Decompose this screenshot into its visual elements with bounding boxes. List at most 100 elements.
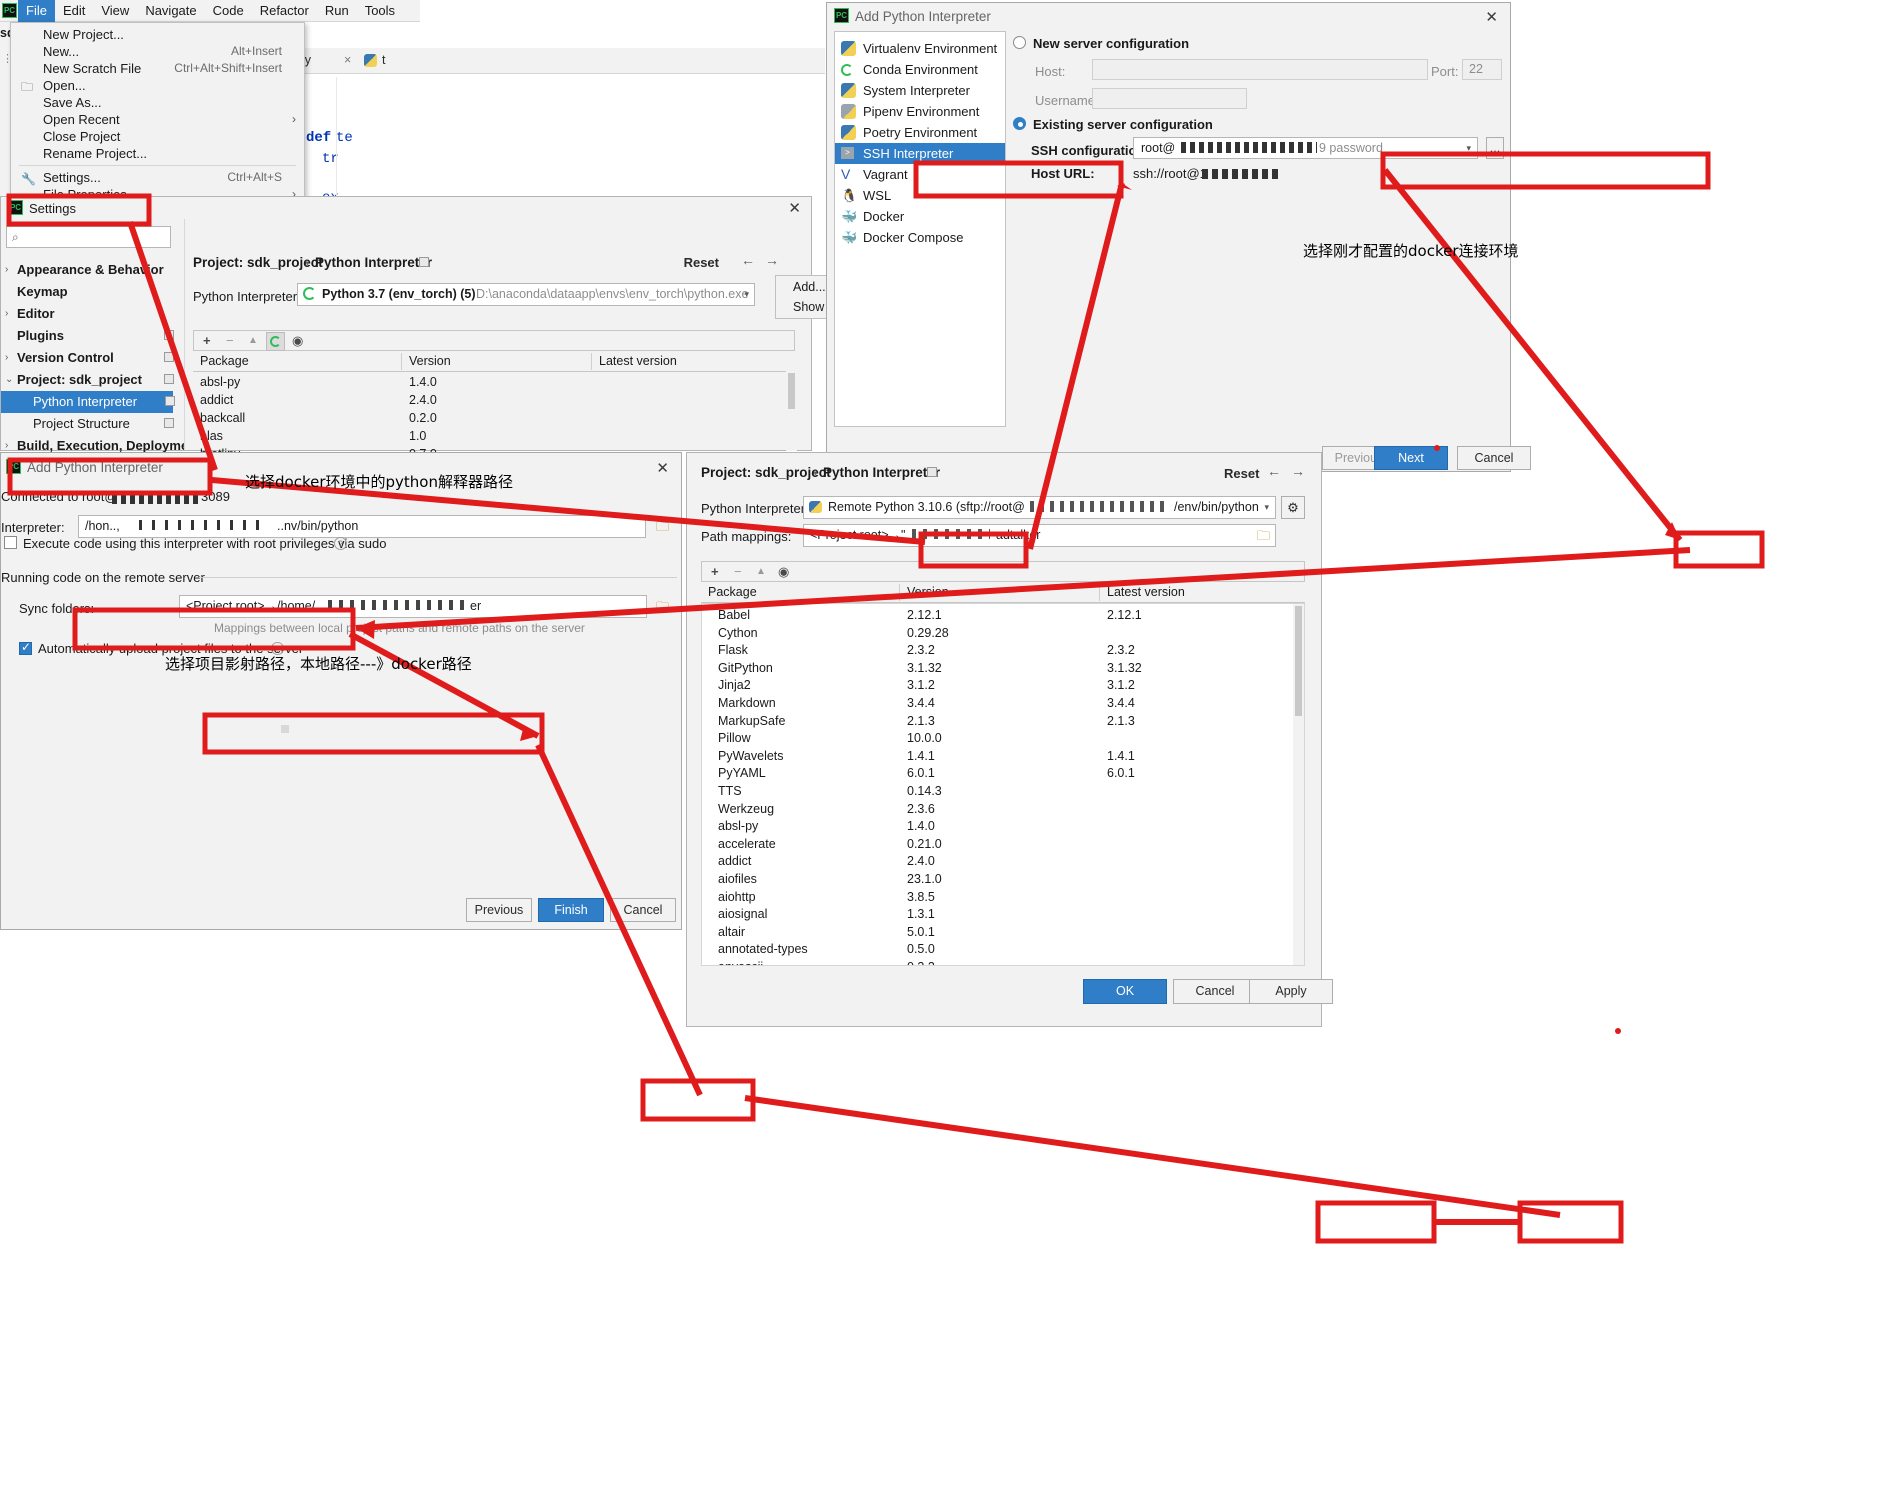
username-input[interactable]: [1092, 88, 1247, 109]
copy-settings-icon[interactable]: [164, 374, 174, 384]
nav-back-icon[interactable]: ←: [1267, 463, 1281, 479]
cancel-button[interactable]: Cancel: [1457, 446, 1531, 470]
close-icon[interactable]: ✕: [656, 459, 669, 477]
menu-navigate[interactable]: Navigate: [137, 0, 204, 22]
folder-icon[interactable]: 🗀: [656, 518, 669, 540]
table-row[interactable]: annotated-types 0.5.0: [708, 942, 1300, 960]
chevron-right-icon[interactable]: ›: [5, 259, 8, 281]
table-row[interactable]: aiofiles 23.1.0: [708, 872, 1300, 890]
env-item-pipenv[interactable]: Pipenv Environment: [835, 101, 1005, 122]
nav-forward-icon[interactable]: →: [1291, 463, 1305, 479]
env-item-virtualenv[interactable]: Virtualenv Environment: [835, 38, 1005, 59]
package-scrollbar[interactable]: [786, 371, 797, 451]
remove-package-icon[interactable]: −: [226, 333, 234, 348]
python-interpreter-combo[interactable]: Python 3.7 (env_torch) (5) D:\anaconda\d…: [297, 283, 755, 306]
upgrade-package-icon[interactable]: ▲: [756, 566, 766, 577]
chevron-down-icon[interactable]: ▾: [744, 289, 749, 300]
apply-button[interactable]: Apply: [1249, 979, 1333, 1004]
show-all-button[interactable]: Show: [793, 300, 824, 314]
ssh-config-ellipsis-button[interactable]: ...: [1486, 137, 1504, 159]
menu-item-open[interactable]: 🗀 Open...: [11, 77, 304, 94]
add-interpreter-button[interactable]: Add...: [793, 280, 826, 294]
env-item-ssh-interpreter[interactable]: > SSH Interpreter: [835, 143, 1005, 164]
path-mappings-input[interactable]: <Project root>→" adtalker: [803, 524, 1276, 547]
env-item-system-interpreter[interactable]: System Interpreter: [835, 80, 1005, 101]
add-package-icon[interactable]: +: [711, 564, 719, 579]
tab-close-icon[interactable]: ×: [344, 53, 351, 67]
eye-icon[interactable]: ◉: [778, 564, 789, 580]
sync-folders-input[interactable]: <Project root>→/home/ er: [179, 595, 647, 618]
ok-button[interactable]: OK: [1083, 979, 1167, 1004]
menu-edit[interactable]: Edit: [55, 0, 93, 22]
copy-settings-icon[interactable]: [927, 467, 937, 477]
table-row[interactable]: Cython 0.29.28: [708, 626, 1300, 644]
chevron-down-icon[interactable]: ▾: [1264, 502, 1269, 513]
menu-item-rename-project[interactable]: Rename Project...: [11, 145, 304, 162]
chevron-right-icon[interactable]: ›: [5, 347, 8, 369]
cancel-button[interactable]: Cancel: [1173, 979, 1257, 1004]
table-row[interactable]: aiosignal 1.3.1: [708, 907, 1300, 925]
reset-link[interactable]: Reset: [1224, 466, 1259, 481]
next-button[interactable]: Next: [1374, 446, 1448, 470]
finish-button[interactable]: Finish: [538, 898, 604, 922]
column-package[interactable]: Package: [200, 354, 249, 368]
table-row[interactable]: Flask 2.3.2 2.3.2: [708, 643, 1300, 661]
menu-item-settings[interactable]: 🔧 Settings... Ctrl+Alt+S: [11, 169, 304, 186]
breadcrumb-project[interactable]: Project: sdk_project: [193, 255, 323, 270]
folder-icon[interactable]: 🗀: [656, 598, 669, 620]
existing-server-radio[interactable]: [1013, 117, 1026, 130]
column-version[interactable]: Version: [907, 585, 949, 599]
menu-refactor[interactable]: Refactor: [252, 0, 317, 22]
table-row[interactable]: PyWavelets 1.4.1 1.4.1: [708, 749, 1300, 767]
table-row[interactable]: Jinja2 3.1.2 3.1.2: [708, 678, 1300, 696]
close-icon[interactable]: ✕: [1485, 8, 1498, 26]
sidebar-item-appearance[interactable]: › Appearance & Behavior: [1, 259, 181, 281]
help-icon[interactable]: ?: [334, 537, 347, 550]
table-row[interactable]: PyYAML 6.0.1 6.0.1: [708, 766, 1300, 784]
column-version[interactable]: Version: [409, 354, 451, 368]
autoupload-checkbox[interactable]: [19, 640, 32, 655]
reset-link[interactable]: Reset: [684, 255, 719, 270]
env-item-docker[interactable]: 🐳 Docker: [835, 206, 1005, 227]
chevron-right-icon[interactable]: ›: [5, 303, 8, 325]
table-row[interactable]: Babel 2.12.1 2.12.1: [708, 608, 1300, 626]
breadcrumb-project[interactable]: Project: sdk_project: [701, 465, 831, 480]
menu-item-close-project[interactable]: Close Project: [11, 128, 304, 145]
sidebar-item-project[interactable]: ⌄ Project: sdk_project: [1, 369, 181, 391]
port-input[interactable]: 22: [1462, 59, 1502, 80]
sidebar-item-plugins[interactable]: Plugins: [1, 325, 181, 347]
settings-search-input[interactable]: ⌕: [6, 226, 171, 248]
table-row[interactable]: addict 2.4.0: [200, 393, 795, 410]
nav-forward-icon[interactable]: →: [765, 252, 779, 268]
nav-back-icon[interactable]: ←: [741, 252, 755, 268]
copy-settings-icon[interactable]: [164, 330, 174, 340]
cancel-button[interactable]: Cancel: [610, 898, 676, 922]
table-row[interactable]: TTS 0.14.3: [708, 784, 1300, 802]
column-latest-version[interactable]: Latest version: [1107, 585, 1185, 599]
new-server-radio[interactable]: [1013, 36, 1026, 49]
sidebar-item-version-control[interactable]: › Version Control: [1, 347, 181, 369]
upgrade-package-icon[interactable]: ▲: [248, 335, 258, 346]
conda-refresh-icon[interactable]: [266, 332, 285, 351]
env-item-poetry[interactable]: Poetry Environment: [835, 122, 1005, 143]
gear-icon[interactable]: ⚙: [1281, 496, 1305, 519]
table-row[interactable]: absl-py 1.4.0: [200, 375, 795, 392]
table-row[interactable]: Werkzeug 2.3.6: [708, 802, 1300, 820]
table-row[interactable]: blas 1.0: [200, 429, 795, 446]
close-icon[interactable]: ✕: [788, 199, 801, 217]
column-package[interactable]: Package: [708, 585, 757, 599]
menu-item-new-scratch-file[interactable]: New Scratch File Ctrl+Alt+Shift+Insert: [11, 60, 304, 77]
package-scrollbar[interactable]: [1293, 604, 1304, 965]
menu-run[interactable]: Run: [317, 0, 357, 22]
chevron-down-icon[interactable]: ⌄: [5, 369, 13, 391]
remove-package-icon[interactable]: −: [734, 564, 742, 579]
menu-item-save-as[interactable]: Save As...: [11, 94, 304, 111]
python-interpreter-combo[interactable]: Remote Python 3.10.6 (sftp://root@ /env/…: [803, 496, 1276, 519]
env-item-conda[interactable]: Conda Environment: [835, 59, 1005, 80]
column-latest-version[interactable]: Latest version: [599, 354, 677, 368]
menu-tools[interactable]: Tools: [357, 0, 403, 22]
chevron-down-icon[interactable]: ▾: [1466, 143, 1471, 154]
env-item-wsl[interactable]: 🐧 WSL: [835, 185, 1005, 206]
sidebar-item-keymap[interactable]: Keymap: [1, 281, 181, 303]
sudo-checkbox[interactable]: [4, 536, 17, 549]
